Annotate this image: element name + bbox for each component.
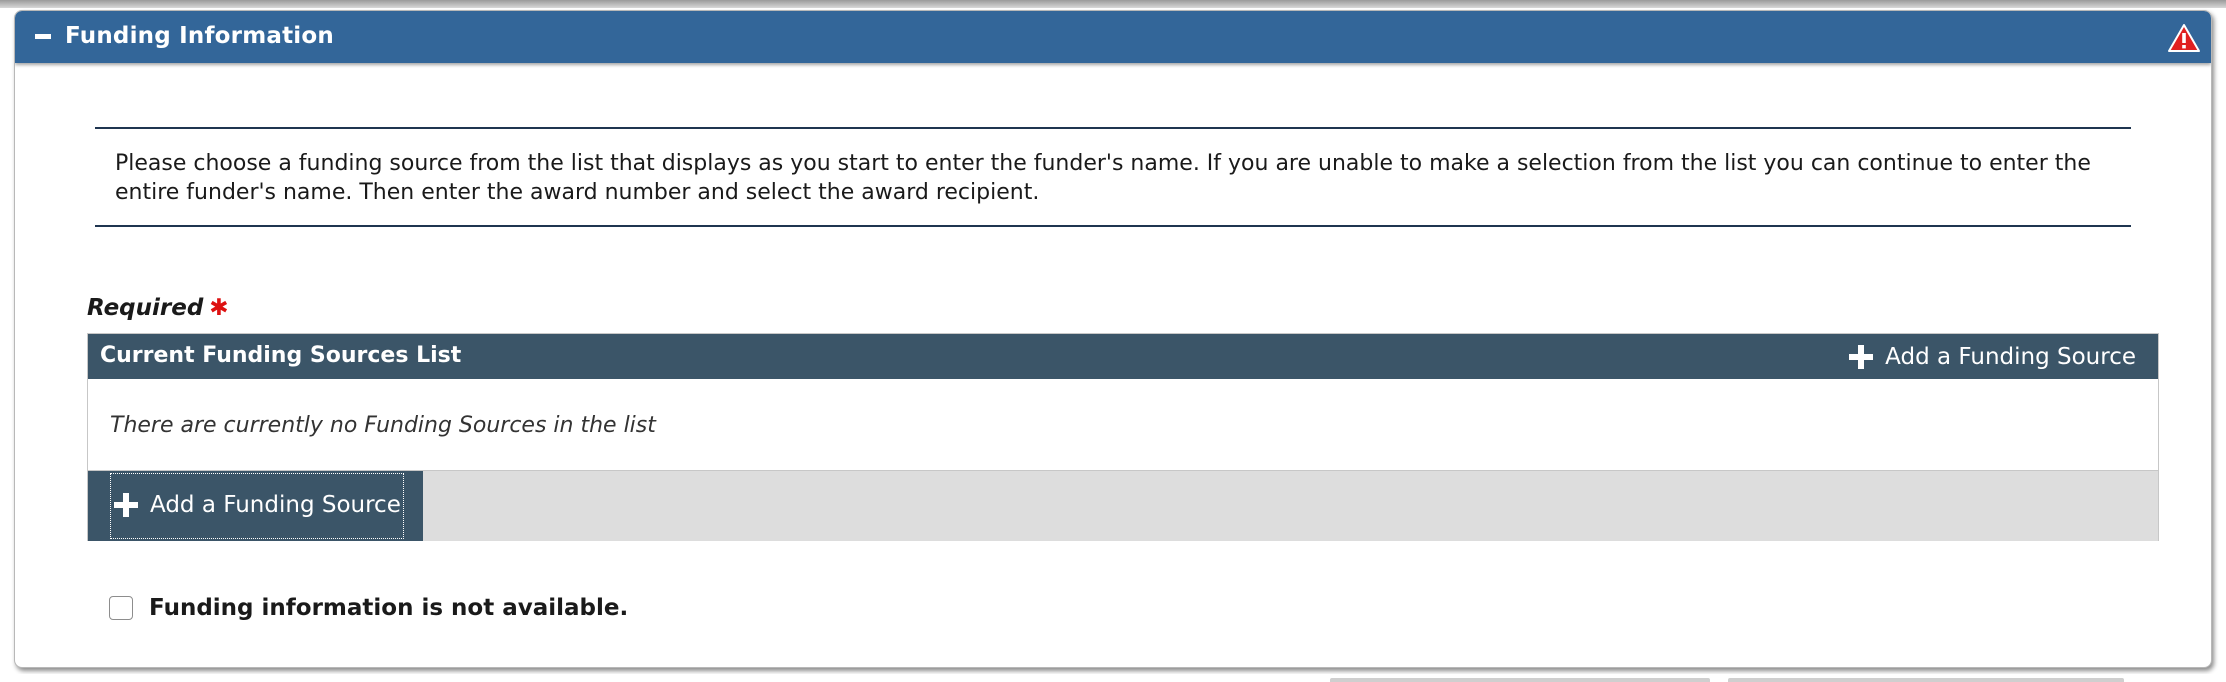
- required-asterisk-icon: ✱: [209, 295, 229, 321]
- funding-not-available-label[interactable]: Funding information is not available.: [149, 595, 628, 621]
- warning-icon: [2168, 24, 2200, 52]
- empty-list-row: There are currently no Funding Sources i…: [88, 379, 2158, 471]
- next-panel-tab: [1330, 678, 1710, 682]
- instructions-box: Please choose a funding source from the …: [95, 127, 2131, 227]
- minus-icon: [35, 34, 51, 39]
- plus-icon: [1849, 345, 1874, 369]
- page-bottom-edge: [0, 674, 2226, 682]
- required-text: Required: [87, 295, 204, 321]
- next-panel-tab: [1728, 678, 2124, 682]
- funding-sources-title: Current Funding Sources List: [100, 343, 462, 368]
- add-funding-source-header-label: Add a Funding Source: [1885, 344, 2136, 370]
- panel-header[interactable]: Funding Information: [15, 11, 2211, 63]
- add-funding-source-header-button[interactable]: Add a Funding Source: [1849, 343, 2136, 371]
- funding-not-available-row[interactable]: Funding information is not available.: [109, 595, 628, 621]
- funding-not-available-checkbox[interactable]: [109, 596, 133, 620]
- funding-sources-header: Current Funding Sources List Add a Fundi…: [88, 334, 2158, 379]
- required-label: Required ✱: [87, 295, 229, 321]
- add-funding-source-label: Add a Funding Source: [150, 492, 401, 518]
- page-top-edge: [0, 0, 2226, 8]
- empty-list-message: There are currently no Funding Sources i…: [110, 413, 656, 438]
- plus-icon: [114, 493, 138, 517]
- instructions-text: Please choose a funding source from the …: [115, 151, 2091, 205]
- panel-title: Funding Information: [65, 23, 334, 49]
- funding-information-panel: Funding Information Please choose a fund…: [14, 10, 2212, 668]
- funding-sources-footer: Add a Funding Source: [88, 471, 2158, 541]
- collapse-button[interactable]: [33, 25, 55, 47]
- funding-sources-list: Current Funding Sources List Add a Fundi…: [87, 333, 2159, 541]
- add-funding-source-button[interactable]: Add a Funding Source: [88, 471, 423, 541]
